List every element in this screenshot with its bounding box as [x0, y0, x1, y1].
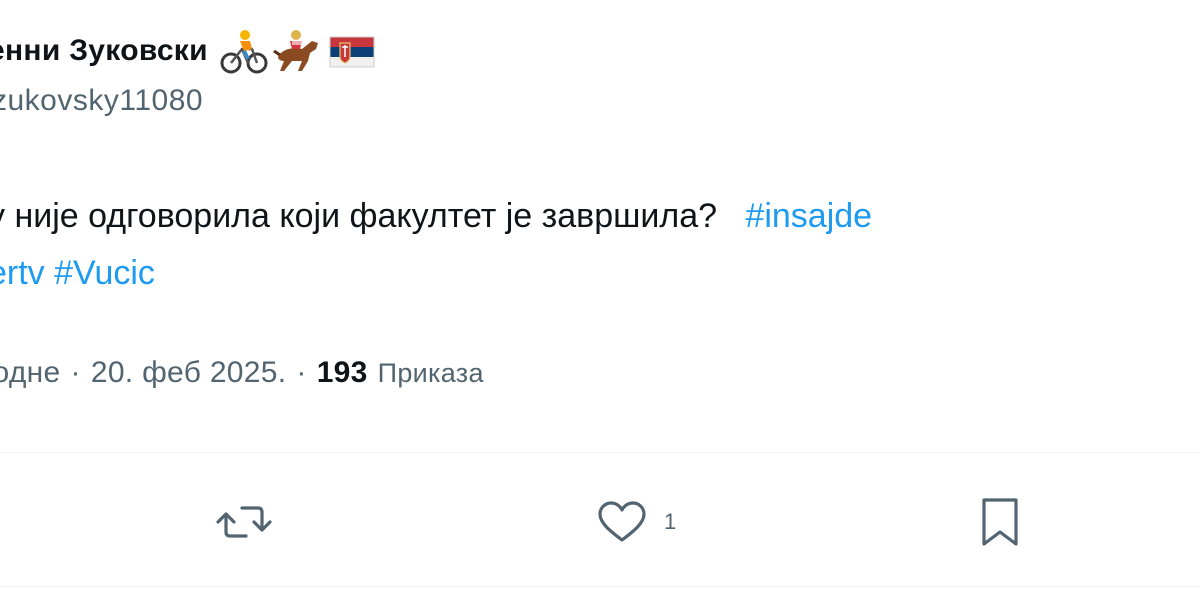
retweet-icon	[216, 506, 272, 538]
serbia-flag-emoji-icon	[329, 36, 375, 68]
meta-separator: ·	[70, 356, 81, 389]
divider	[0, 586, 1200, 587]
bookmark-icon	[982, 498, 1018, 546]
divider	[0, 452, 1200, 453]
cyclist-emoji-icon	[220, 30, 268, 74]
retweet-button[interactable]	[212, 490, 276, 554]
tweet-card: енни Зуковски zukovsky11080 у није одгов…	[0, 0, 1200, 600]
author-display-name[interactable]: енни Зуковски	[0, 34, 208, 68]
author-handle-text: zukovsky11080	[0, 84, 204, 117]
tweet-meta: подне · 20. феб 2025. · 193 Приказа	[0, 356, 484, 390]
tweet-line-1: у није одговорила који факултет је заврш…	[0, 188, 1200, 245]
hashtag-link-insajder[interactable]: #insajde	[745, 197, 872, 235]
tweet-time[interactable]: подне	[0, 356, 61, 390]
bookmark-button[interactable]	[972, 490, 1028, 554]
like-button[interactable]: 1	[594, 490, 676, 554]
hashtag-link-insajdertv[interactable]: ertv	[0, 254, 45, 292]
meta-separator: ·	[296, 356, 307, 389]
author-row: енни Зуковски	[0, 26, 378, 76]
horse-racing-emoji-icon	[273, 30, 318, 71]
author-emoji-strip	[218, 27, 378, 75]
author-handle[interactable]: zukovsky11080	[0, 84, 203, 118]
tweet-line-2: ertv #Vucic	[0, 245, 1200, 302]
views-count[interactable]: 193	[317, 356, 368, 390]
tweet-date[interactable]: 20. феб 2025.	[91, 356, 287, 390]
heart-icon	[598, 501, 646, 542]
like-count: 1	[664, 509, 677, 534]
tweet-text-body: у није одговорила који факултет је заврш…	[0, 197, 718, 235]
views-label: Приказа	[377, 357, 484, 388]
tweet-text: у није одговорила који факултет је заврш…	[0, 188, 1200, 302]
hashtag-link-vucic[interactable]: #Vucic	[54, 254, 155, 292]
